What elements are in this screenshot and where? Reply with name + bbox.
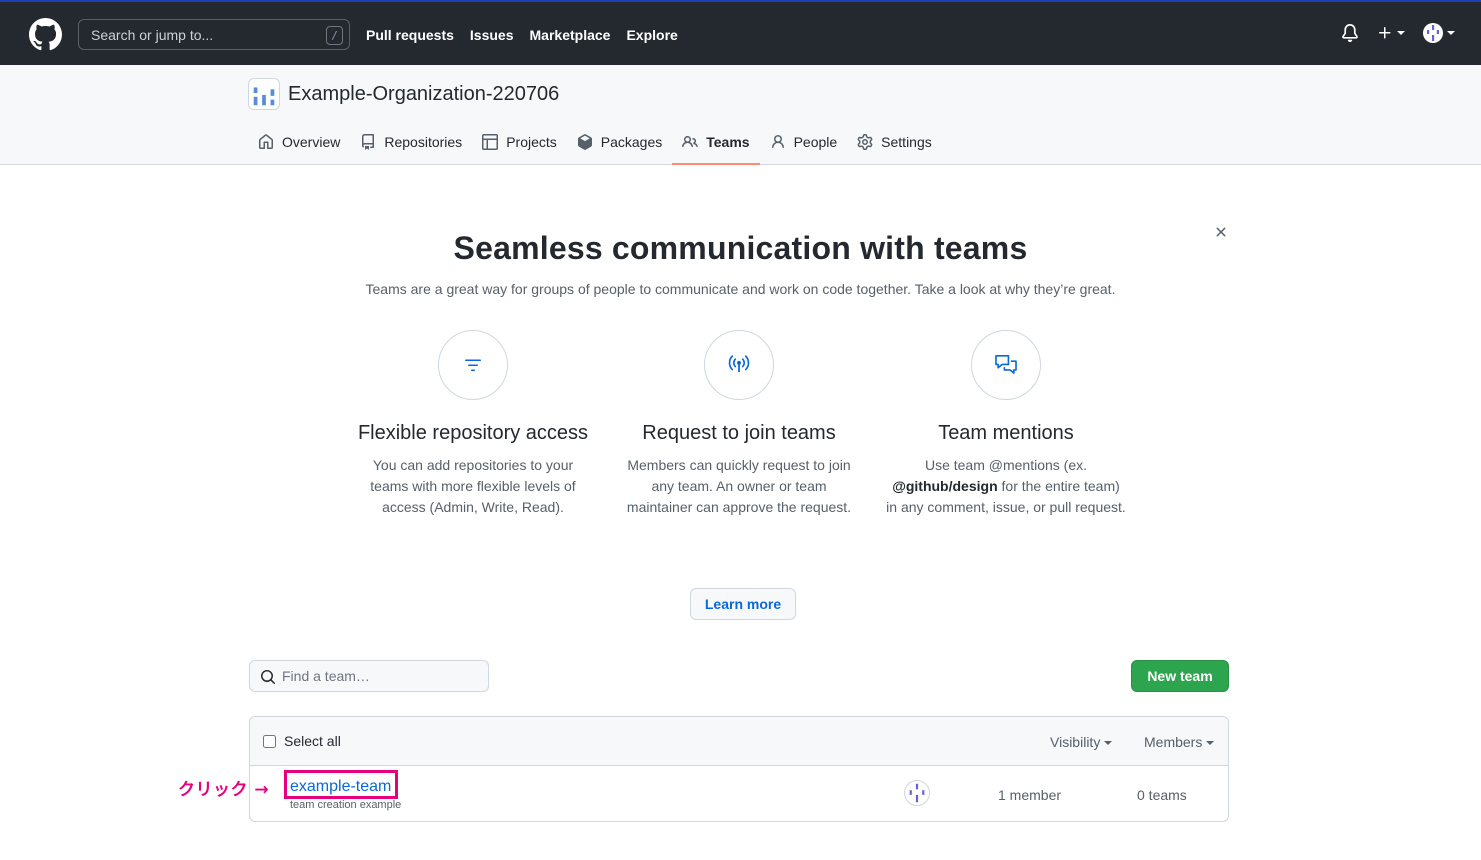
tab-packages[interactable]: Packages bbox=[567, 125, 672, 165]
feature-title: Request to join teams bbox=[642, 422, 836, 444]
chevron-down-icon bbox=[1104, 741, 1113, 746]
mention-example: @github/design bbox=[892, 478, 998, 494]
nav-pull-requests[interactable]: Pull requests bbox=[366, 26, 454, 44]
feature-title: Flexible repository access bbox=[357, 422, 589, 444]
chevron-down-icon bbox=[1447, 31, 1455, 35]
feature-icon-circle bbox=[704, 330, 774, 400]
annotation-highlight-box bbox=[284, 770, 398, 799]
select-all-checkbox[interactable] bbox=[263, 734, 276, 748]
tab-teams[interactable]: Teams bbox=[672, 125, 760, 165]
org-tabs: Overview Repositories Projects Packages … bbox=[248, 125, 942, 165]
tab-label: People bbox=[793, 134, 838, 150]
github-logo-icon[interactable] bbox=[29, 18, 62, 51]
find-team-input[interactable] bbox=[250, 661, 488, 691]
annotation-label: クリック → bbox=[178, 780, 270, 800]
tab-label: Settings bbox=[881, 134, 932, 150]
org-name[interactable]: Example-Organization-220706 bbox=[288, 82, 559, 106]
feature-title: Team mentions bbox=[938, 422, 1074, 444]
filter-icon bbox=[465, 359, 481, 371]
global-search[interactable]: / bbox=[78, 19, 350, 50]
feature-description: Members can quickly request to join any … bbox=[626, 457, 852, 515]
user-menu-dropdown[interactable] bbox=[1423, 23, 1455, 43]
package-icon bbox=[577, 134, 592, 150]
tab-label: Repositories bbox=[384, 134, 463, 150]
feature-request-join: Request to join teams Members can quickl… bbox=[619, 330, 859, 518]
team-member-count[interactable]: 1 member bbox=[998, 787, 1061, 803]
teams-table: Select all Visibility Members example-te… bbox=[249, 716, 1229, 822]
nav-issues[interactable]: Issues bbox=[470, 26, 514, 44]
user-avatar bbox=[1423, 23, 1443, 43]
team-child-count[interactable]: 0 teams bbox=[1137, 787, 1187, 803]
plus-icon bbox=[1379, 27, 1391, 39]
people-icon bbox=[682, 135, 699, 148]
home-icon bbox=[259, 134, 273, 149]
tab-label: Overview bbox=[282, 134, 341, 150]
feature-icon-circle bbox=[438, 330, 508, 400]
teams-table-header: Select all Visibility Members bbox=[250, 717, 1228, 766]
member-avatar[interactable] bbox=[904, 780, 930, 806]
global-nav: Pull requests Issues Marketplace Explore bbox=[366, 26, 678, 44]
onboarding-title: Seamless communication with teams bbox=[453, 230, 1028, 266]
tab-repositories[interactable]: Repositories bbox=[350, 125, 472, 165]
broadcast-icon bbox=[728, 355, 750, 373]
global-header: / Pull requests Issues Marketplace Explo… bbox=[0, 0, 1481, 65]
org-avatar[interactable] bbox=[248, 78, 280, 110]
feature-description: Use team @mentions (ex. @github/design f… bbox=[886, 457, 1126, 515]
org-header: Example-Organization-220706 Overview Rep… bbox=[0, 65, 1481, 165]
visibility-filter-dropdown[interactable]: Visibility bbox=[1050, 734, 1113, 750]
tab-overview[interactable]: Overview bbox=[248, 125, 350, 165]
tab-label: Projects bbox=[506, 134, 557, 150]
search-icon bbox=[261, 670, 276, 685]
select-all[interactable]: Select all bbox=[263, 733, 341, 749]
feature-icon-circle bbox=[971, 330, 1041, 400]
nav-explore[interactable]: Explore bbox=[626, 26, 677, 44]
onboarding-subtitle: Teams are a great way for groups of peop… bbox=[365, 281, 1116, 297]
team-description: team creation example bbox=[290, 799, 402, 811]
create-new-dropdown[interactable] bbox=[1377, 25, 1405, 41]
select-all-label: Select all bbox=[284, 733, 341, 749]
tab-settings[interactable]: Settings bbox=[847, 125, 942, 165]
feature-team-mentions: Team mentions Use team @mentions (ex. @g… bbox=[886, 330, 1126, 518]
chevron-down-icon bbox=[1397, 31, 1405, 35]
new-team-button[interactable]: New team bbox=[1131, 660, 1229, 692]
header-actions bbox=[1341, 23, 1455, 43]
tab-label: Packages bbox=[600, 134, 663, 150]
project-icon bbox=[482, 134, 499, 150]
find-team-search[interactable] bbox=[249, 660, 489, 692]
learn-more-button[interactable]: Learn more bbox=[690, 588, 796, 620]
repo-icon bbox=[362, 134, 375, 150]
bell-icon[interactable] bbox=[1341, 24, 1359, 42]
tab-people[interactable]: People bbox=[760, 125, 848, 165]
feature-flexible-access: Flexible repository access You can add r… bbox=[353, 330, 593, 518]
gear-icon bbox=[857, 134, 873, 150]
tab-projects[interactable]: Projects bbox=[472, 125, 567, 165]
slash-shortcut-hint: / bbox=[326, 26, 343, 45]
person-icon bbox=[771, 135, 784, 149]
chevron-down-icon bbox=[1206, 741, 1215, 746]
tab-label: Teams bbox=[706, 134, 750, 150]
feature-description: You can add repositories to your teams w… bbox=[370, 457, 576, 515]
comment-discussion-icon bbox=[995, 354, 1017, 374]
nav-marketplace[interactable]: Marketplace bbox=[530, 26, 611, 44]
global-search-input[interactable] bbox=[79, 20, 349, 49]
members-filter-dropdown[interactable]: Members bbox=[1144, 734, 1215, 750]
